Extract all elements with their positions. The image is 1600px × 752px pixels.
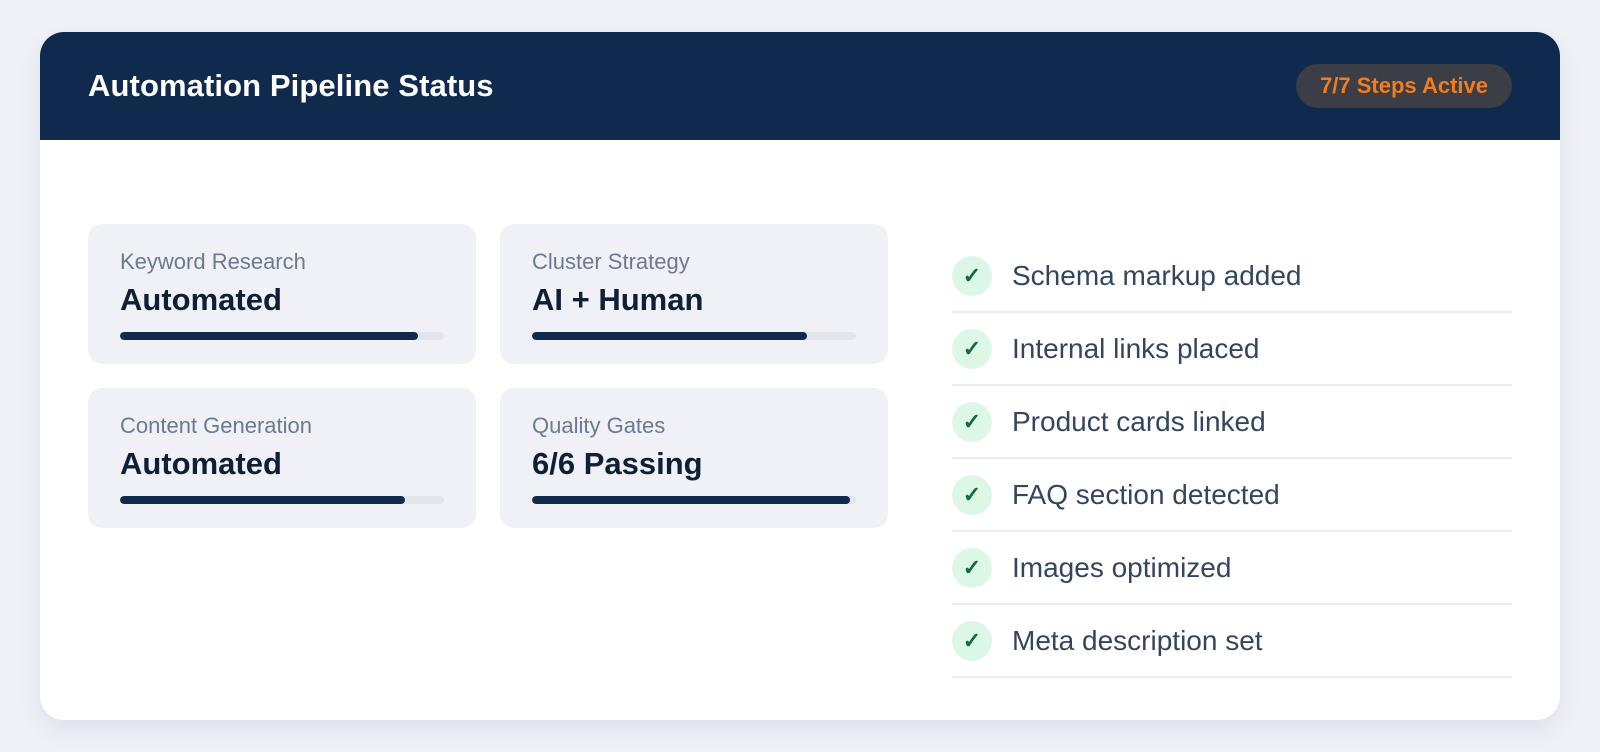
stat-label: Quality Gates — [532, 413, 666, 438]
checkmark-icon: ✓ — [952, 475, 992, 515]
checklist-item: ✓ Internal links placed — [952, 313, 1512, 386]
checklist-item-label: Meta description set — [1012, 625, 1263, 656]
checklist-item: ✓ Meta description set — [952, 605, 1512, 678]
checklist-item: ✓ Schema markup added — [952, 240, 1512, 313]
stat-value: 6/6 Passing — [532, 446, 703, 481]
status-badge: 7/7 Steps Active — [1296, 64, 1512, 108]
checkmark-icon: ✓ — [952, 329, 992, 369]
checkmark-icon: ✓ — [952, 621, 992, 661]
checkmark-icon: ✓ — [952, 548, 992, 588]
stat-label: Content Generation — [120, 413, 313, 438]
progress-bar-fill — [120, 496, 406, 504]
stat-value: Automated — [120, 282, 282, 317]
progress-bar-fill — [532, 332, 808, 340]
stat-value: Automated — [120, 446, 282, 481]
checklist-item-label: Internal links placed — [1012, 333, 1260, 364]
progress-bar — [120, 332, 444, 340]
checklist-item-label: Product cards linked — [1012, 406, 1266, 437]
stat-card-cluster-strategy: Cluster Strategy AI + Human — [500, 224, 888, 364]
checklist-item: ✓ Images optimized — [952, 532, 1512, 605]
checklist-item: ✓ Product cards linked — [952, 386, 1512, 459]
checklist-item-label: Schema markup added — [1012, 260, 1302, 291]
progress-bar — [532, 332, 856, 340]
checklist: ✓ Schema markup added ✓ Internal links p… — [952, 240, 1512, 678]
stat-label: Cluster Strategy — [532, 249, 690, 274]
progress-bar-fill — [120, 332, 419, 340]
card-header: Automation Pipeline Status 7/7 Steps Act… — [40, 32, 1560, 140]
checklist-item: ✓ FAQ section detected — [952, 459, 1512, 532]
checklist-item-label: FAQ section detected — [1012, 479, 1280, 510]
stat-card-quality-gates: Quality Gates 6/6 Passing — [500, 388, 888, 528]
stat-card-keyword-research: Keyword Research Automated — [88, 224, 476, 364]
checkmark-icon: ✓ — [952, 402, 992, 442]
checklist-item-label: Images optimized — [1012, 552, 1232, 583]
stat-label: Keyword Research — [120, 249, 306, 274]
pipeline-status-card: Automation Pipeline Status 7/7 Steps Act… — [40, 32, 1560, 720]
page-title: Automation Pipeline Status — [88, 68, 494, 103]
stat-value: AI + Human — [532, 282, 704, 317]
checkmark-icon: ✓ — [952, 256, 992, 296]
progress-bar — [120, 496, 444, 504]
progress-bar-fill — [532, 496, 850, 504]
progress-bar — [532, 496, 856, 504]
stat-card-content-generation: Content Generation Automated — [88, 388, 476, 528]
